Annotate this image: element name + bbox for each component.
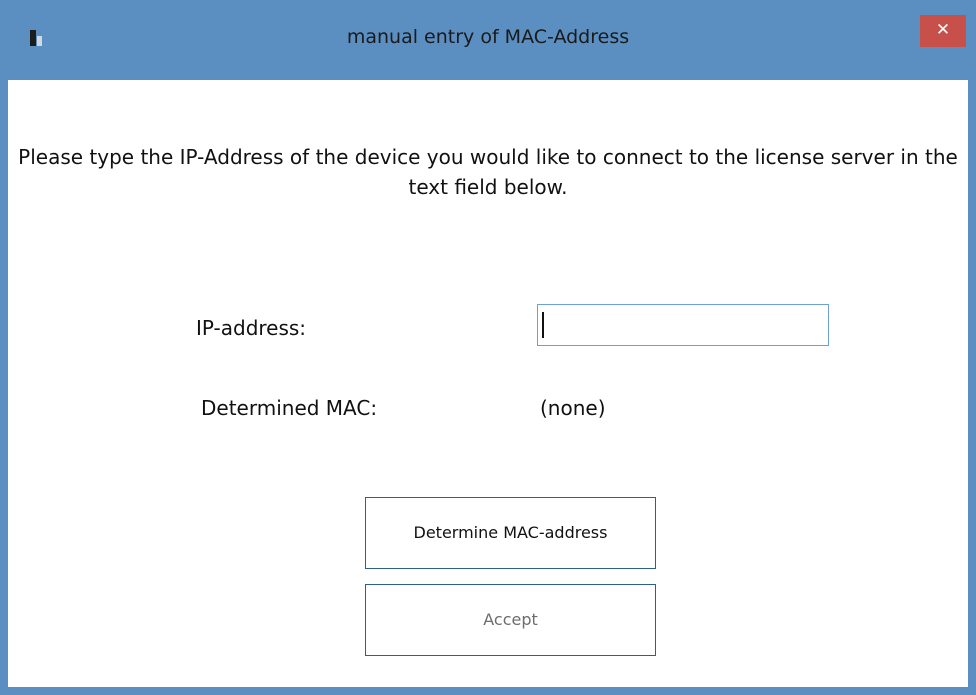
determined-mac-label: Determined MAC: <box>201 396 378 420</box>
dialog-window: manual entry of MAC-Address ✕ Please typ… <box>0 0 976 695</box>
accept-button[interactable]: Accept <box>365 584 656 656</box>
instructions-text: Please type the IP-Address of the device… <box>18 145 958 199</box>
ip-address-input[interactable] <box>537 304 829 346</box>
title-bar[interactable]: manual entry of MAC-Address ✕ <box>0 0 976 80</box>
text-cursor <box>542 312 544 338</box>
determined-mac-value: (none) <box>540 396 606 420</box>
dialog-content: Please type the IP-Address of the device… <box>8 80 968 687</box>
close-button[interactable]: ✕ <box>920 15 966 47</box>
close-icon: ✕ <box>935 20 951 40</box>
ip-address-label: IP-address: <box>196 316 307 340</box>
window-title: manual entry of MAC-Address <box>346 26 630 48</box>
determine-mac-button[interactable]: Determine MAC-address <box>365 497 656 569</box>
